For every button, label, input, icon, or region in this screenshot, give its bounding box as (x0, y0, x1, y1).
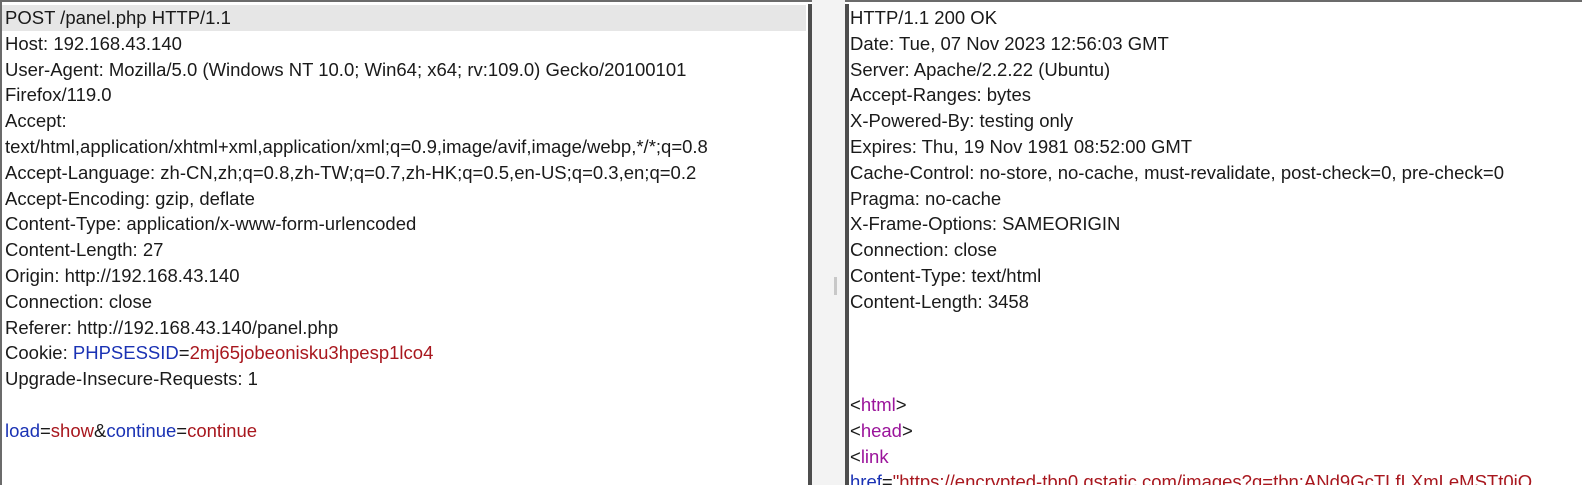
lt: < (850, 419, 861, 441)
response-text[interactable]: HTTP/1.1 200 OK Date: Tue, 07 Nov 2023 1… (850, 5, 1578, 485)
header-accept-cont: text/html,application/xhtml+xml,applicat… (5, 135, 708, 157)
param-eq: = (39, 419, 51, 441)
header-user-agent: User-Agent: Mozilla/5.0 (Windows NT 10.0… (5, 58, 687, 80)
header-cookie: Cookie: PHPSESSID=2mj65jobeonisku3hpesp1… (5, 340, 806, 366)
resp-header-connection: Connection: close (850, 239, 998, 261)
tag-link: link (860, 445, 889, 467)
link-href-attr: href="https://encrypted-tbn0.gstatic.com… (850, 469, 1578, 485)
resp-header-pragma: Pragma: no-cache (850, 187, 1002, 209)
html-open-tag: <html> (850, 392, 1578, 418)
header-connection: Connection: close (5, 290, 153, 312)
header-upgrade-insecure: Upgrade-Insecure-Requests: 1 (5, 368, 258, 390)
cookie-name: PHPSESSID (72, 342, 179, 364)
status-line: HTTP/1.1 200 OK (850, 7, 998, 28)
cookie-eq: = (178, 342, 190, 364)
request-editor-pane[interactable]: POST /panel.php HTTP/1.1 Host: 192.168.4… (0, 0, 812, 485)
header-content-type: Content-Type: application/x-www-form-url… (5, 213, 417, 235)
splitter-grip-icon[interactable] (834, 277, 837, 295)
gt: > (895, 393, 907, 415)
attr-href: href (850, 471, 882, 485)
resp-header-x-frame-options: X-Frame-Options: SAMEORIGIN (850, 213, 1121, 235)
header-accept-language: Accept-Language: zh-CN,zh;q=0.8,zh-TW;q=… (5, 161, 697, 183)
header-accept-encoding: Accept-Encoding: gzip, deflate (5, 187, 255, 209)
resp-header-cache-control: Cache-Control: no-store, no-cache, must-… (850, 161, 1504, 183)
request-text[interactable]: POST /panel.php HTTP/1.1 Host: 192.168.4… (2, 5, 806, 444)
tag-head: head (860, 419, 902, 441)
cookie-value: 2mj65jobeonisku3hpesp1lco4 (189, 342, 434, 364)
resp-header-x-powered-by: X-Powered-By: testing only (850, 110, 1074, 132)
lt: < (850, 445, 861, 467)
header-user-agent-cont: Firefox/119.0 (5, 84, 112, 106)
param-name-continue: continue (106, 419, 177, 441)
param-name-load: load (5, 419, 40, 441)
resp-header-expires: Expires: Thu, 19 Nov 1981 08:52:00 GMT (850, 135, 1193, 157)
param-amp: & (94, 419, 107, 441)
resp-header-accept-ranges: Accept-Ranges: bytes (850, 84, 1031, 106)
param-value-show: show (50, 419, 94, 441)
pane-splitter[interactable] (812, 0, 845, 485)
gt: > (901, 419, 913, 441)
request-line: POST /panel.php HTTP/1.1 (2, 5, 806, 31)
header-origin: Origin: http://192.168.43.140 (5, 264, 240, 286)
param-value-continue: continue (187, 419, 258, 441)
attr-href-value: "https://encrypted-tbn0.gstatic.com/imag… (892, 471, 1533, 485)
header-content-length: Content-Length: 27 (5, 239, 164, 261)
resp-header-date: Date: Tue, 07 Nov 2023 12:56:03 GMT (850, 32, 1169, 54)
tag-html: html (860, 393, 896, 415)
header-host: Host: 192.168.43.140 (5, 32, 182, 54)
cookie-prefix: Cookie: (5, 342, 73, 364)
resp-header-content-type: Content-Type: text/html (850, 264, 1042, 286)
resp-header-content-length: Content-Length: 3458 (850, 290, 1029, 312)
attr-eq: = (881, 471, 893, 485)
resp-header-server: Server: Apache/2.2.22 (Ubuntu) (850, 58, 1111, 80)
response-scrollbar[interactable] (845, 4, 849, 485)
request-body: load=show&continue=continue (5, 418, 806, 444)
head-open-tag: <head> (850, 418, 1578, 444)
header-accept: Accept: (5, 110, 67, 132)
link-open-tag: <link (850, 444, 1578, 470)
response-viewer-pane[interactable]: HTTP/1.1 200 OK Date: Tue, 07 Nov 2023 1… (845, 0, 1582, 485)
param-eq: = (176, 419, 188, 441)
header-referer: Referer: http://192.168.43.140/panel.php (5, 316, 339, 338)
lt: < (850, 393, 861, 415)
